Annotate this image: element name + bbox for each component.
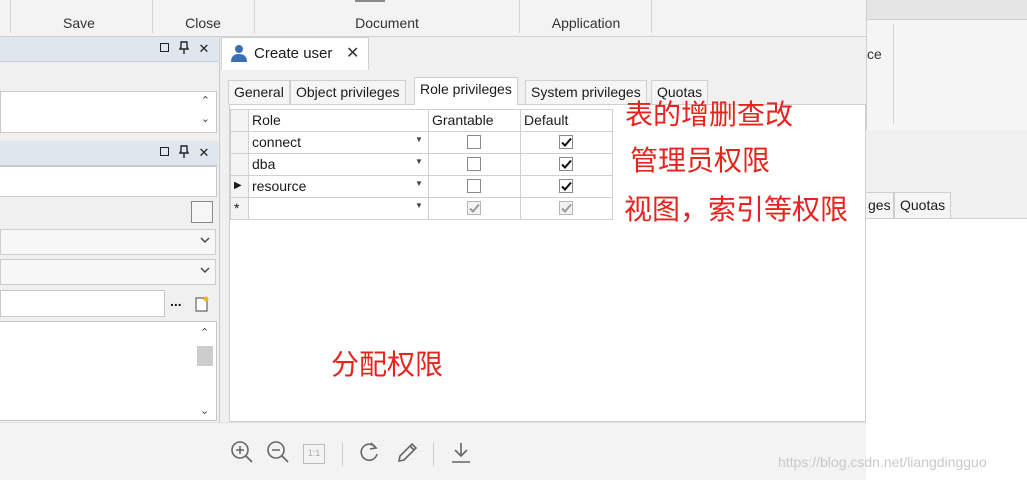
dropdown-select-2[interactable] [0, 259, 216, 285]
role-name: connect [252, 134, 302, 150]
role-cell[interactable]: dba ▼ [249, 154, 429, 176]
grantable-checkbox-disabled[interactable] [467, 201, 481, 215]
ribbon-separator [519, 0, 520, 33]
panel-header-second: ✕ [0, 141, 218, 166]
list-box-top[interactable]: ⌃ ⌄ [0, 91, 217, 133]
zoom-out-icon[interactable] [266, 440, 290, 469]
chevron-down-icon [199, 264, 211, 279]
ribbon-separator [651, 0, 652, 33]
column-header-grantable[interactable]: Grantable [429, 110, 521, 132]
row-indicator[interactable] [231, 154, 249, 176]
browse-ellipsis-button[interactable]: ... [170, 293, 182, 309]
annotation-admin-privileges: 管理员权限 [630, 144, 771, 177]
scroll-up-icon[interactable]: ⌃ [200, 326, 209, 339]
role-cell[interactable]: resource ▼ [249, 176, 429, 198]
default-checkbox[interactable] [559, 135, 573, 149]
default-checkbox[interactable] [559, 179, 573, 193]
tab-create-user[interactable]: Create user ✕ [221, 37, 369, 70]
user-icon [231, 44, 247, 62]
ribbon-separator [893, 24, 894, 124]
dropdown-arrow-icon[interactable]: ▼ [415, 157, 423, 166]
chevron-down-icon [199, 234, 211, 249]
dropdown-select-1[interactable] [0, 229, 216, 255]
color-swatch-button[interactable] [191, 201, 213, 223]
annotation-view-index-privileges: 视图，索引等权限 [624, 193, 849, 226]
grantable-cell [429, 198, 521, 220]
tab-object-privileges[interactable]: Object privileges [290, 80, 406, 104]
current-row-indicator[interactable]: ▶ [231, 176, 249, 198]
ribbon: Save Close Document Application [0, 0, 866, 37]
application-group-label[interactable]: Application [530, 15, 642, 31]
maximize-icon[interactable] [160, 147, 169, 156]
ribbon-separator [152, 0, 153, 33]
list-box-bottom[interactable]: ⌃ ⌄ [0, 321, 217, 421]
grantable-checkbox[interactable] [467, 157, 481, 171]
scroll-down-icon[interactable]: ⌄ [200, 404, 209, 417]
scroll-down-icon[interactable]: ⌄ [201, 112, 210, 125]
tab-role-privileges[interactable]: Role privileges [414, 77, 518, 105]
tab-general[interactable]: General [228, 80, 290, 104]
role-cell-new[interactable]: ▼ [249, 198, 429, 220]
maximize-icon[interactable] [160, 43, 169, 52]
role-cell[interactable]: connect ▼ [249, 132, 429, 154]
annotation-assign-privileges: 分配权限 [331, 348, 444, 381]
grantable-cell [429, 176, 521, 198]
default-cell [521, 176, 613, 198]
zoom-in-icon[interactable] [230, 440, 254, 469]
role-name: dba [252, 156, 276, 172]
default-cell [521, 132, 613, 154]
background-tab-quotas[interactable]: Quotas [894, 192, 952, 218]
text-field[interactable] [0, 166, 217, 197]
new-file-icon[interactable] [194, 295, 210, 313]
grantable-checkbox[interactable] [467, 179, 481, 193]
default-cell [521, 198, 613, 220]
close-icon[interactable]: ✕ [346, 43, 359, 63]
ribbon-separator [10, 0, 11, 33]
scrollbar-thumb[interactable] [197, 346, 213, 366]
watermark-text: https://blog.csdn.net/liangdingguo [778, 454, 987, 470]
annotation-table-crud: 表的增删查改 [625, 98, 794, 131]
column-header-default[interactable]: Default [521, 110, 613, 132]
pin-icon[interactable] [177, 145, 191, 162]
dropdown-arrow-icon[interactable]: ▼ [415, 179, 423, 188]
default-checkbox-disabled[interactable] [559, 201, 573, 215]
download-icon[interactable] [449, 440, 473, 469]
ribbon-separator [254, 0, 255, 33]
background-window-ribbon: ce [866, 0, 1027, 130]
background-ribbon-fragment: ce [867, 46, 882, 62]
panel-header-top: ✕ [0, 37, 218, 62]
default-cell [521, 154, 613, 176]
dropdown-arrow-icon[interactable]: ▼ [415, 135, 423, 144]
left-panel: ✕ ⌃ ⌄ ✕ ... ⌃ ⌄ [0, 37, 220, 422]
dropdown-arrow-icon[interactable]: ▼ [415, 201, 423, 210]
edit-pen-icon[interactable] [395, 440, 419, 469]
background-window-topbar [867, 0, 1027, 20]
scroll-up-icon[interactable]: ⌃ [201, 94, 210, 107]
grantable-cell [429, 132, 521, 154]
grantable-cell [429, 154, 521, 176]
row-indicator[interactable] [231, 132, 249, 154]
close-icon[interactable]: ✕ [197, 145, 211, 161]
tab-title: Create user [254, 45, 333, 62]
toolbar-separator [342, 442, 343, 466]
document-group-label[interactable]: Document [320, 15, 454, 31]
grid-corner [231, 110, 249, 132]
rotate-icon[interactable] [357, 440, 381, 469]
close-group-label[interactable]: Close [160, 15, 246, 31]
scrollbar[interactable]: ⌃ ⌄ [197, 326, 213, 417]
ribbon-icon-fragment [355, 0, 385, 2]
grantable-checkbox[interactable] [467, 135, 481, 149]
toolbar-separator [433, 442, 434, 466]
save-group-label[interactable]: Save [40, 15, 118, 31]
pin-icon[interactable] [177, 41, 191, 58]
path-input[interactable] [0, 290, 165, 317]
column-header-role[interactable]: Role [249, 110, 429, 132]
background-window-content [866, 218, 1027, 422]
actual-size-icon[interactable]: 1:1 [303, 444, 325, 464]
new-row-indicator[interactable]: * [231, 198, 249, 220]
role-name: resource [252, 178, 307, 194]
default-checkbox[interactable] [559, 157, 573, 171]
close-icon[interactable]: ✕ [197, 41, 211, 57]
